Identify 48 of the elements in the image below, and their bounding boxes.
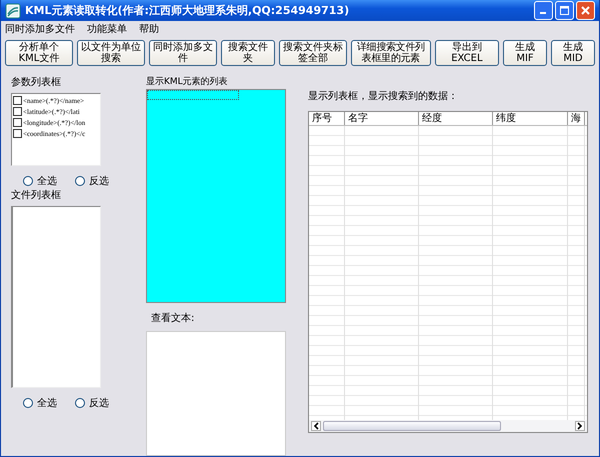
files-label: 文件列表框 <box>11 188 62 202</box>
menu-item[interactable]: 同时添加多文件 <box>5 22 75 36</box>
radio-button[interactable] <box>23 398 33 408</box>
scroll-right-button[interactable] <box>575 421 585 431</box>
toolbar-button[interactable]: 详细搜索文件列表框里的元素 <box>350 40 431 66</box>
column-header[interactable]: 经度 <box>419 112 493 125</box>
radio-button[interactable] <box>75 398 85 408</box>
checkbox[interactable] <box>13 107 22 116</box>
toolbar-button[interactable]: 生成MID <box>551 40 595 66</box>
radio-button[interactable] <box>75 176 85 186</box>
radio-option[interactable]: 反选 <box>75 396 109 410</box>
toolbar-button[interactable]: 导出到EXCEL <box>434 40 499 66</box>
radio-option[interactable]: 反选 <box>75 174 109 188</box>
toolbar-button[interactable]: 以文件为单位搜索 <box>77 40 145 66</box>
checkbox[interactable] <box>13 118 22 127</box>
maximize-icon <box>560 6 569 16</box>
window-title: KML元素读取转化(作者:江西师大地理系朱明,QQ:254949713) <box>25 3 350 18</box>
scroll-thumb[interactable] <box>323 421 501 431</box>
menu-item[interactable]: 帮助 <box>139 22 159 36</box>
radio-button[interactable] <box>23 176 33 186</box>
view-text-label: 查看文本: <box>151 312 196 325</box>
checkbox[interactable] <box>13 96 22 105</box>
radio-option[interactable]: 全选 <box>23 396 57 410</box>
menu-item[interactable]: 功能菜单 <box>87 22 127 36</box>
toolbar-button[interactable]: 搜索文件夹 <box>221 40 275 66</box>
column-header[interactable]: 序号 <box>309 112 345 125</box>
toolbar-button[interactable]: 同时添加多文件 <box>149 40 217 66</box>
scroll-left-button[interactable] <box>311 421 321 431</box>
params-label: 参数列表框 <box>11 76 62 89</box>
app-icon <box>5 2 21 19</box>
toolbar-button[interactable]: 分析单个KML文件 <box>5 40 73 66</box>
maximize-button[interactable] <box>555 1 574 20</box>
toolbar-button[interactable]: 生成MIF <box>503 40 547 66</box>
element-listbox[interactable] <box>146 89 286 303</box>
close-icon <box>581 6 590 16</box>
column-header[interactable]: 海 <box>568 112 585 125</box>
column-header[interactable]: 纬度 <box>493 112 568 125</box>
radio-option[interactable]: 全选 <box>23 174 57 188</box>
files-listbox[interactable] <box>11 206 101 388</box>
results-table[interactable]: 序号 名字 经度 纬度 海 <box>308 111 588 433</box>
toolbar-button[interactable]: 搜索文件夹标签全部 <box>278 40 347 66</box>
close-button[interactable] <box>576 1 595 20</box>
results-label: 显示列表框，显示搜索到的数据： <box>308 90 459 103</box>
horizontal-scrollbar[interactable] <box>309 420 587 432</box>
minimize-button[interactable] <box>534 1 553 20</box>
column-header[interactable]: 名字 <box>345 112 419 125</box>
checkbox[interactable] <box>13 129 22 138</box>
element-list-label: 显示KML元素的列表 <box>146 76 229 88</box>
